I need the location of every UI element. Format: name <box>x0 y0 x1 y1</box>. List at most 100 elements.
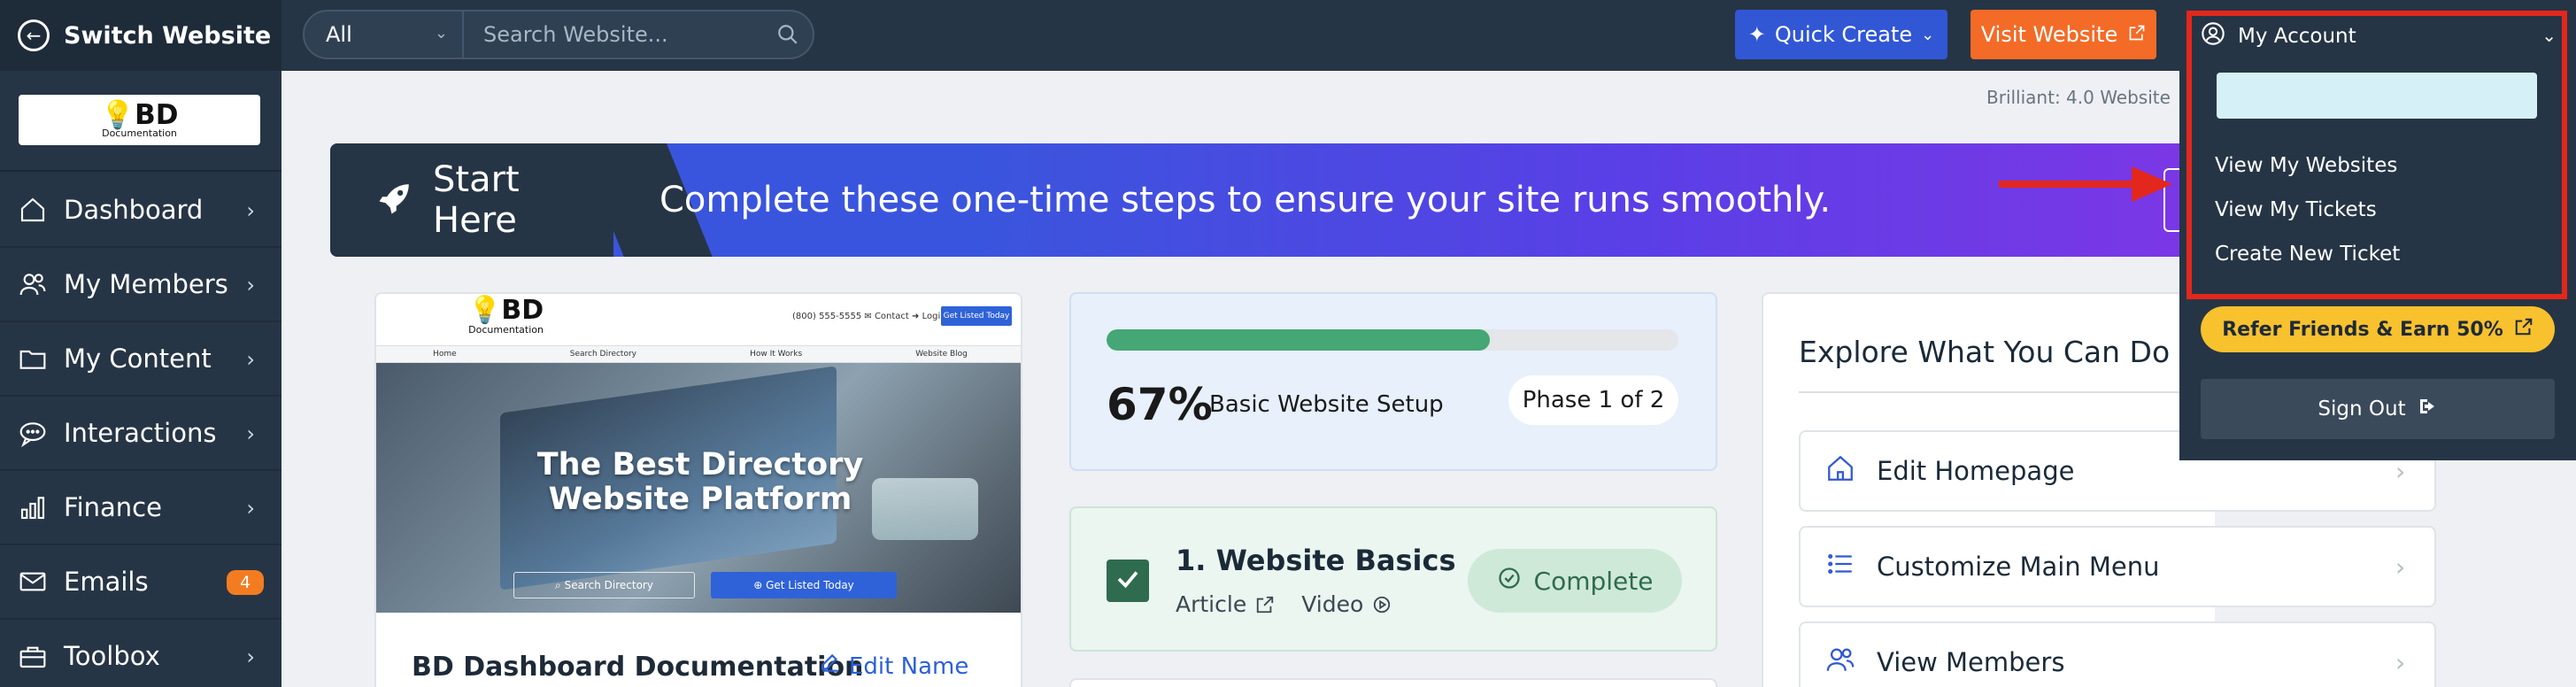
chevron-right-icon: › <box>2395 648 2406 677</box>
chevron-right-icon: › <box>2395 457 2406 486</box>
sidebar: ← Switch Website 💡BD Documentation Dashb… <box>0 0 282 687</box>
preview-contact: (800) 555-5555 ✉ Contact ➜ Login <box>792 312 946 321</box>
red-arrow-annotation <box>1999 166 2172 202</box>
create-new-ticket-link[interactable]: Create New Ticket <box>2215 243 2400 266</box>
account-search-input[interactable] <box>2217 73 2537 119</box>
quick-create-label: Quick Create <box>1774 22 1913 47</box>
users-icon <box>1825 645 1855 681</box>
visit-website-label: Visit Website <box>1980 22 2118 47</box>
preview-hero-title-line: The Best Directory <box>536 447 864 482</box>
envelope-icon <box>18 567 48 597</box>
explore-divider <box>1799 391 2215 393</box>
quick-create-button[interactable]: ✦ Quick Create ⌄ <box>1735 10 1947 59</box>
rocket-icon <box>376 180 413 220</box>
preview-hero-get-listed-button: ⊕ Get Listed Today <box>711 572 897 598</box>
site-name: BD Dashboard Documentation <box>412 652 864 683</box>
switch-website-label: Switch Website <box>64 21 272 50</box>
sidebar-item-my-content[interactable]: My Content › <box>0 322 282 397</box>
sidebar-item-emails[interactable]: Emails 4 <box>0 545 282 620</box>
explore-item-customize-main-menu[interactable]: Customize Main Menu › <box>1799 526 2436 607</box>
arrow-left-circle-icon: ← <box>18 19 50 51</box>
chevron-right-icon: › <box>246 273 255 297</box>
preview-header: 💡BD Documentation (800) 555-5555 ✉ Conta… <box>376 294 1021 345</box>
switch-website-button[interactable]: ← Switch Website <box>0 0 282 71</box>
complete-label: Complete <box>1533 566 1654 596</box>
sidebar-item-dashboard[interactable]: Dashboard › <box>0 174 282 248</box>
step-links: Article Video <box>1176 591 1392 617</box>
sidebar-divider <box>0 170 282 172</box>
refer-friends-label: Refer Friends & Earn 50% <box>2222 318 2503 341</box>
preview-logo-text: BD <box>501 295 544 326</box>
progress-percent: 67% <box>1107 379 1213 430</box>
preview-nav: Home Search Directory How It Works Websi… <box>376 345 1021 363</box>
my-account-label: My Account <box>2238 25 2356 48</box>
logo-text: BD <box>135 98 179 131</box>
next-step-card <box>1069 678 1717 687</box>
checkmark-icon <box>1114 566 1141 596</box>
start-here-banner: Start Here Complete these one-time steps… <box>330 143 2187 257</box>
sign-out-label: Sign Out <box>2318 398 2406 421</box>
progress-bar-fill <box>1107 329 1490 351</box>
preview-hero-image: The Best Directory Website Platform ⌕ Se… <box>376 363 1021 613</box>
preview-hero-search-label: Search Directory <box>564 579 653 591</box>
progress-bar <box>1107 329 1678 351</box>
website-preview-card: 💡BD Documentation (800) 555-5555 ✉ Conta… <box>374 292 1022 687</box>
sidebar-item-finance[interactable]: Finance › <box>0 471 282 545</box>
explore-item-label: View Members <box>1877 647 2065 677</box>
chevron-down-icon: ⌄ <box>1921 25 1935 44</box>
chevron-right-icon: › <box>246 347 255 372</box>
sign-out-button[interactable]: Sign Out <box>2201 379 2555 439</box>
sidebar-item-label: My Content <box>64 344 212 374</box>
setup-progress-card: 67% Basic Website Setup Phase 1 of 2 <box>1069 292 1717 471</box>
site-logo[interactable]: 💡BD Documentation <box>19 95 260 145</box>
preview-hero-get-listed-label: Get Listed Today <box>766 579 854 591</box>
preview-nav-item: Home <box>433 350 457 359</box>
step-title: 1. Website Basics <box>1176 544 1456 577</box>
step-card: 1. Website Basics Article Video Complete <box>1069 506 1717 652</box>
search-icon[interactable] <box>763 12 813 58</box>
article-link[interactable]: Article <box>1176 591 1275 617</box>
sidebar-item-label: Finance <box>64 492 162 522</box>
sidebar-item-label: Dashboard <box>64 195 204 225</box>
banner-text: Complete these one-time steps to ensure … <box>659 180 1832 220</box>
search-filter-value: All <box>326 22 352 47</box>
sidebar-item-my-members[interactable]: My Members › <box>0 248 282 322</box>
start-here-label-block: Start Here <box>330 143 613 257</box>
view-my-websites-link[interactable]: View My Websites <box>2215 154 2397 177</box>
step-checkbox[interactable] <box>1107 560 1149 602</box>
chevron-right-icon: › <box>246 198 255 223</box>
folder-icon <box>18 344 48 374</box>
external-link-icon <box>1255 595 1275 614</box>
search-filter-select[interactable]: All ⌄ <box>305 12 464 58</box>
sign-out-icon <box>2417 396 2438 422</box>
video-link[interactable]: Video <box>1301 591 1392 617</box>
sidebar-item-label: Toolbox <box>64 641 160 671</box>
chevron-right-icon: › <box>2395 552 2406 582</box>
phase-badge: Phase 1 of 2 <box>1508 375 1678 425</box>
explore-title: Explore What You Can Do <box>1799 335 2171 369</box>
explore-item-label: Customize Main Menu <box>1877 552 2160 582</box>
visit-website-button[interactable]: Visit Website <box>1971 10 2156 59</box>
video-link-label: Video <box>1301 591 1364 617</box>
lightbulb-icon: 💡 <box>100 98 135 131</box>
user-circle-icon <box>2201 21 2225 51</box>
toolbox-icon <box>18 641 48 671</box>
preview-nav-item: How It Works <box>750 350 803 359</box>
my-account-toggle[interactable]: My Account ⌄ <box>2201 16 2564 57</box>
refer-friends-button[interactable]: Refer Friends & Earn 50% <box>2201 306 2555 352</box>
start-here-label: Start Here <box>433 159 520 241</box>
view-my-tickets-link[interactable]: View My Tickets <box>2215 198 2377 221</box>
preview-hero-title-line: Website Platform <box>548 482 852 517</box>
explore-card: Explore What You Can Do Edit Homepage › … <box>1762 292 2436 687</box>
explore-item-view-members[interactable]: View Members › <box>1799 621 2436 687</box>
sidebar-item-interactions[interactable]: Interactions › <box>0 397 282 471</box>
version-info: Brilliant: 4.0 Website <box>1986 87 2171 108</box>
edit-icon <box>819 652 842 681</box>
search-input[interactable] <box>464 12 763 58</box>
search-bar: All ⌄ <box>303 10 814 59</box>
complete-status-badge: Complete <box>1468 549 1682 613</box>
edit-name-link[interactable]: Edit Name <box>819 652 968 681</box>
list-icon <box>1825 549 1855 585</box>
preview-get-listed-button: Get Listed Today <box>941 306 1012 326</box>
sidebar-item-toolbox[interactable]: Toolbox › <box>0 620 282 687</box>
